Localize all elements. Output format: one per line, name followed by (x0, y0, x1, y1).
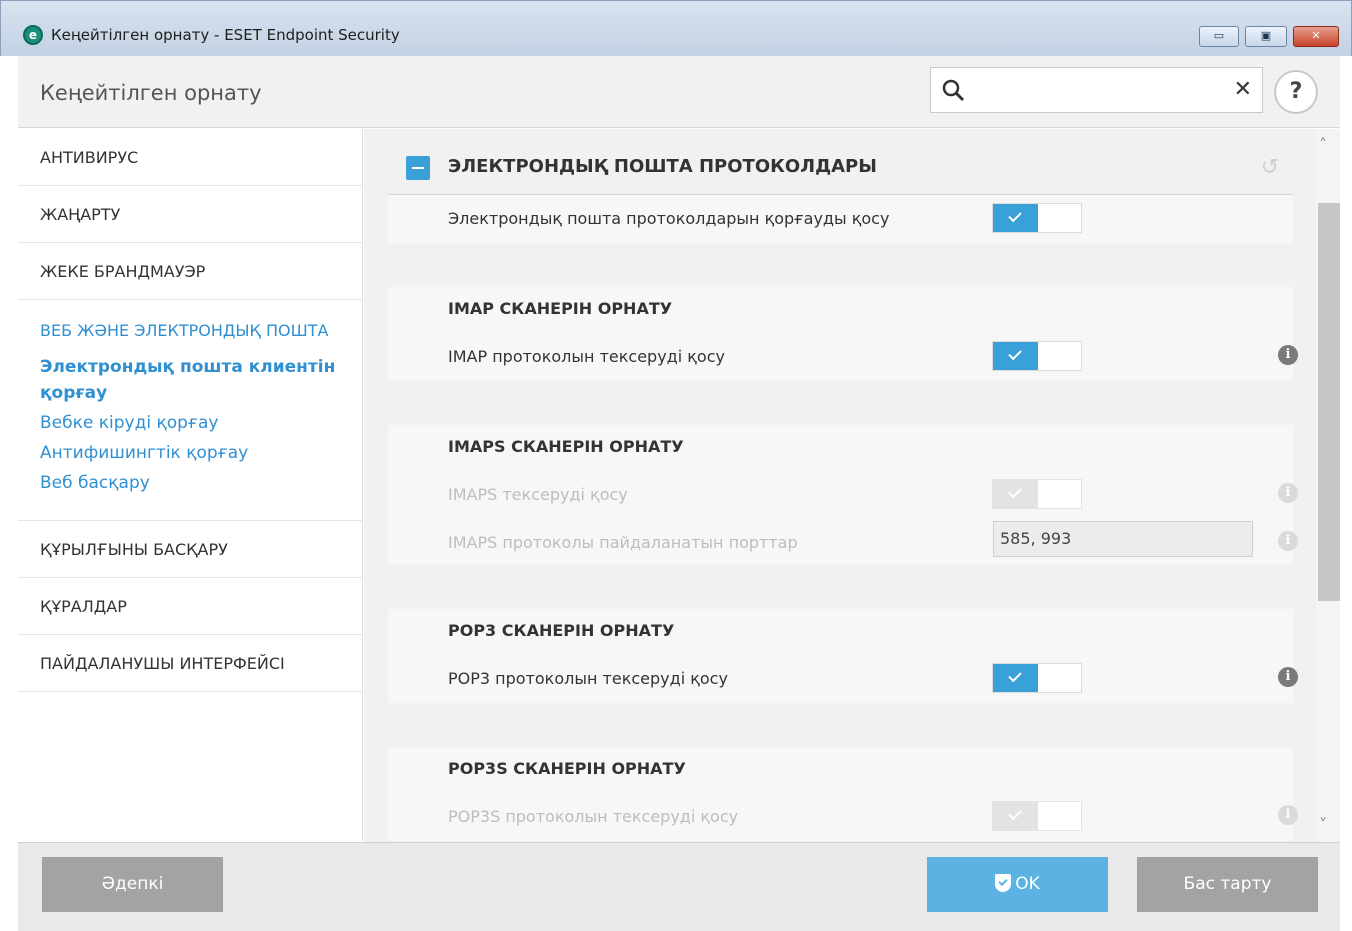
help-button[interactable]: ? (1274, 70, 1318, 114)
setting-label: POP3 протоколын тексеруді қосу (448, 669, 728, 688)
pop3-toggle[interactable] (992, 663, 1082, 693)
pop3s-toggle[interactable] (992, 801, 1082, 831)
group-title: IMAPS СКАНЕРІН ОРНАТУ (448, 437, 684, 456)
setting-row-pop3: POP3 протоколын тексеруді қосу i (388, 647, 1298, 703)
shield-icon (995, 874, 1012, 892)
sidebar-item-device-control[interactable]: ҚҰРЫЛҒЫНЫ БАСҚАРУ (18, 521, 362, 578)
setting-label: POP3S протоколын тексеруді қосу (448, 807, 739, 826)
chevron-up-icon[interactable]: ˄ (1319, 135, 1327, 154)
sidebar-subitem-web-control[interactable]: Веб басқару (40, 470, 340, 496)
imaps-toggle[interactable] (992, 479, 1082, 509)
section-header: ЭЛЕКТРОНДЫҚ ПОШТА ПРОТОКОЛДАРЫ ↺ (388, 139, 1293, 195)
window-titlebar: e Кеңейтілген орнату - ESET Endpoint Sec… (0, 0, 1352, 56)
section-title: ЭЛЕКТРОНДЫҚ ПОШТА ПРОТОКОЛДАРЫ (448, 156, 877, 177)
sidebar-item-web-and-email[interactable]: ВЕБ ЖӘНЕ ЭЛЕКТРОНДЫҚ ПОШТА (40, 318, 340, 344)
toggle-knob (993, 664, 1038, 692)
info-icon[interactable]: i (1278, 667, 1298, 687)
toggle-knob (993, 480, 1038, 508)
sidebar-group-web-and-email: ВЕБ ЖӘНЕ ЭЛЕКТРОНДЫҚ ПОШТА Электрондық п… (18, 300, 362, 521)
sidebar-item-user-interface[interactable]: ПАЙДАЛАНУШЫ ИНТЕРФЕЙСІ (18, 635, 362, 692)
email-protection-toggle[interactable] (992, 203, 1082, 233)
setting-row-imap: IMAP протоколын тексеруді қосу i (388, 325, 1298, 381)
group-header-pop3s: POP3S СКАНЕРІН ОРНАТУ (388, 747, 1293, 785)
eset-app-icon: e (23, 25, 43, 45)
vertical-scrollbar[interactable]: ˄ ˅ (1316, 129, 1340, 842)
group-title: IMAP СКАНЕРІН ОРНАТУ (448, 299, 673, 318)
setting-label: Электрондық пошта протоколдарын қорғауды… (448, 209, 890, 228)
cancel-button[interactable]: Бас тарту (1137, 857, 1318, 912)
toggle-knob (993, 342, 1038, 370)
sidebar-subitem-email-client-protection[interactable]: Электрондық пошта клиентін қорғау (40, 354, 340, 406)
group-header-imap: IMAP СКАНЕРІН ОРНАТУ (388, 287, 1293, 325)
setting-label: IMAPS протоколы пайдаланатын порттар (448, 533, 798, 552)
chevron-down-icon[interactable]: ˅ (1319, 815, 1327, 834)
info-icon[interactable]: i (1278, 483, 1298, 503)
close-window-button[interactable]: ✕ (1293, 26, 1339, 47)
default-button[interactable]: Әдепкі (42, 857, 223, 912)
sidebar-item-personal-firewall[interactable]: ЖЕКЕ БРАНДМАУЭР (18, 243, 362, 300)
info-icon[interactable]: i (1278, 531, 1298, 551)
setting-label: IMAPS тексеруді қосу (448, 485, 628, 504)
group-header-imaps: IMAPS СКАНЕРІН ОРНАТУ (388, 425, 1293, 463)
clear-search-button[interactable]: ✕ (1234, 77, 1252, 102)
collapse-icon[interactable] (406, 156, 430, 180)
dialog-footer: Әдепкі OK Бас тарту (18, 842, 1340, 931)
setting-label: IMAP протоколын тексеруді қосу (448, 347, 725, 366)
setting-row-imaps: IMAPS тексеруді қосу i (388, 463, 1298, 519)
imap-toggle[interactable] (992, 341, 1082, 371)
page-title: Кеңейтілген орнату (40, 81, 262, 105)
toggle-knob (993, 204, 1038, 232)
window-title: Кеңейтілген орнату - ESET Endpoint Secur… (51, 26, 400, 44)
settings-panel: ЭЛЕКТРОНДЫҚ ПОШТА ПРОТОКОЛДАРЫ ↺ Электро… (364, 129, 1316, 842)
info-icon[interactable]: i (1278, 805, 1298, 825)
ok-button[interactable]: OK (927, 857, 1108, 912)
sidebar-item-tools[interactable]: ҚҰРАЛДАР (18, 578, 362, 635)
minimize-button[interactable]: ▭ (1199, 26, 1239, 47)
setting-row-email-protection: Электрондық пошта протоколдарын қорғауды… (388, 195, 1293, 243)
revert-icon[interactable]: ↺ (1261, 155, 1279, 180)
setting-row-imaps-ports: IMAPS протоколы пайдаланатын порттар 585… (388, 519, 1298, 565)
settings-header: Кеңейтілген орнату ✕ ? (18, 56, 1340, 128)
group-header-pop3: POP3 СКАНЕРІН ОРНАТУ (388, 609, 1293, 647)
sidebar-subitem-web-access-protection[interactable]: Вебке кіруді қорғау (40, 410, 340, 436)
sidebar-item-antivirus[interactable]: АНТИВИРУС (18, 129, 362, 186)
setting-row-pop3s: POP3S протоколын тексеруді қосу i (388, 785, 1298, 841)
group-title: POP3 СКАНЕРІН ОРНАТУ (448, 621, 675, 640)
imaps-ports-field[interactable]: 585, 993 (993, 521, 1253, 557)
group-title: POP3S СКАНЕРІН ОРНАТУ (448, 759, 686, 778)
search-icon (942, 79, 965, 102)
search-input[interactable]: ✕ (930, 67, 1263, 113)
info-icon[interactable]: i (1278, 345, 1298, 365)
sidebar-subitem-antiphishing[interactable]: Антифишингтік қорғау (40, 440, 340, 466)
sidebar-item-update[interactable]: ЖАҢАРТУ (18, 186, 362, 243)
toggle-knob (993, 802, 1038, 830)
maximize-button[interactable]: ▣ (1245, 26, 1287, 47)
sidebar: АНТИВИРУС ЖАҢАРТУ ЖЕКЕ БРАНДМАУЭР ВЕБ ЖӘ… (18, 129, 363, 842)
ok-button-label: OK (1015, 874, 1040, 894)
scrollbar-thumb[interactable] (1318, 203, 1340, 601)
